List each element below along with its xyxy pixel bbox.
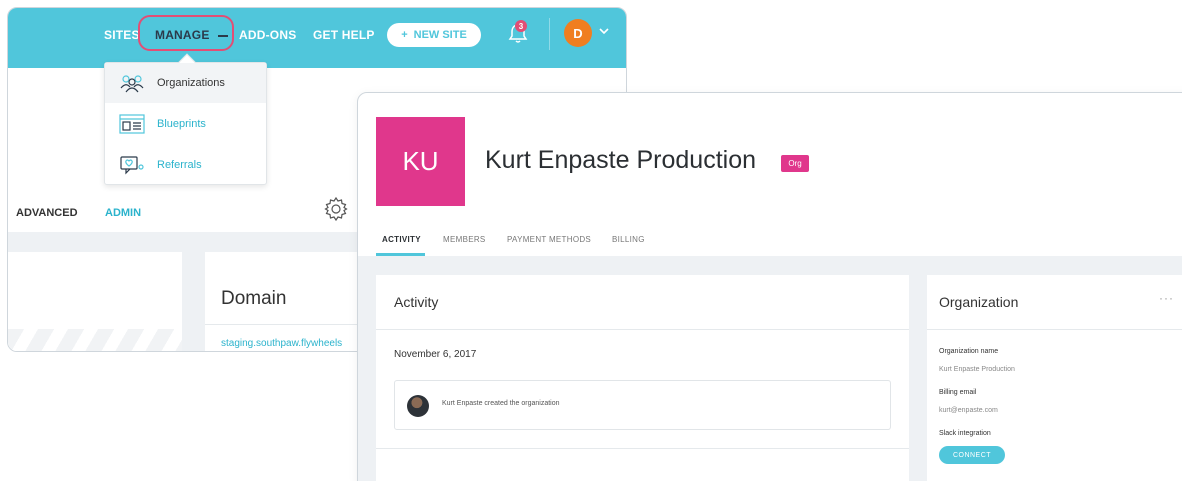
menu-item-label: Organizations [157,77,225,89]
divider [376,329,909,330]
divider [376,448,909,449]
plus-icon: + [401,29,408,41]
left-card [8,252,182,351]
more-options-icon[interactable]: ··· [1159,291,1174,305]
org-title: Kurt Enpaste Production [485,146,756,174]
org-name-label: Organization name [939,348,999,355]
tab-payment-methods[interactable]: PAYMENT METHODS [507,235,591,244]
nav-divider [549,18,550,50]
org-avatar: KU [376,117,465,206]
user-avatar[interactable]: D [564,19,592,47]
activity-title: Activity [394,294,439,310]
nav-sites[interactable]: SITES [104,28,140,42]
divider [927,329,1182,330]
organization-card-title: Organization [939,294,1019,310]
nav-manage-label: MANAGE [155,28,210,42]
organization-card: Organization ··· Organization name Kurt … [927,275,1182,481]
blueprint-icon [119,114,145,134]
domain-card: Domain staging.southpaw.flywheels [205,252,375,351]
manage-dropdown: Organizations Blueprints Referrals [104,53,267,185]
new-site-label: NEW SITE [413,29,467,41]
organization-window: KU Kurt Enpaste Production Org ACTIVITY … [357,92,1182,481]
notification-badge: 3 [515,20,527,32]
collapse-dash-icon [217,34,228,37]
nav-addons[interactable]: ADD-ONS [239,28,296,42]
domain-link[interactable]: staging.southpaw.flywheels [221,338,342,349]
activity-date: November 6, 2017 [394,349,477,360]
connect-button[interactable]: CONNECT [939,446,1005,464]
tab-members[interactable]: MEMBERS [443,235,486,244]
activity-entry: Kurt Enpaste created the organization [394,380,891,430]
nav-manage[interactable]: MANAGE [155,28,228,42]
new-site-button[interactable]: + NEW SITE [387,23,481,47]
tab-billing[interactable]: BILLING [612,235,645,244]
people-icon [120,75,144,93]
menu-item-label: Referrals [157,159,202,171]
billing-email-value: kurt@enpaste.com [939,407,998,414]
billing-email-label: Billing email [939,389,977,396]
slack-integration-label: Slack integration [939,430,991,437]
tab-admin[interactable]: ADMIN [105,207,141,219]
top-nav-bar: SITES MANAGE ADD-ONS GET HELP + NEW SITE… [8,8,626,68]
activity-card: Activity November 6, 2017 Kurt Enpaste c… [376,275,909,481]
domain-title: Domain [221,288,287,309]
menu-item-organizations[interactable]: Organizations [105,63,266,103]
avatar [407,395,429,417]
nav-get-help[interactable]: GET HELP [313,28,375,42]
menu-item-label: Blueprints [157,118,206,130]
tab-advanced[interactable]: ADVANCED [16,207,78,219]
striped-placeholder [8,329,182,351]
org-badge: Org [781,155,809,172]
menu-item-referrals[interactable]: Referrals [105,145,266,185]
org-name-value: Kurt Enpaste Production [939,366,1015,373]
divider [205,324,375,325]
gear-icon[interactable] [323,196,349,222]
chevron-down-icon[interactable] [599,27,609,35]
referral-icon [120,156,144,175]
menu-item-blueprints[interactable]: Blueprints [105,104,266,144]
activity-entry-text: Kurt Enpaste created the organization [442,400,560,407]
tab-activity[interactable]: ACTIVITY [382,235,421,244]
